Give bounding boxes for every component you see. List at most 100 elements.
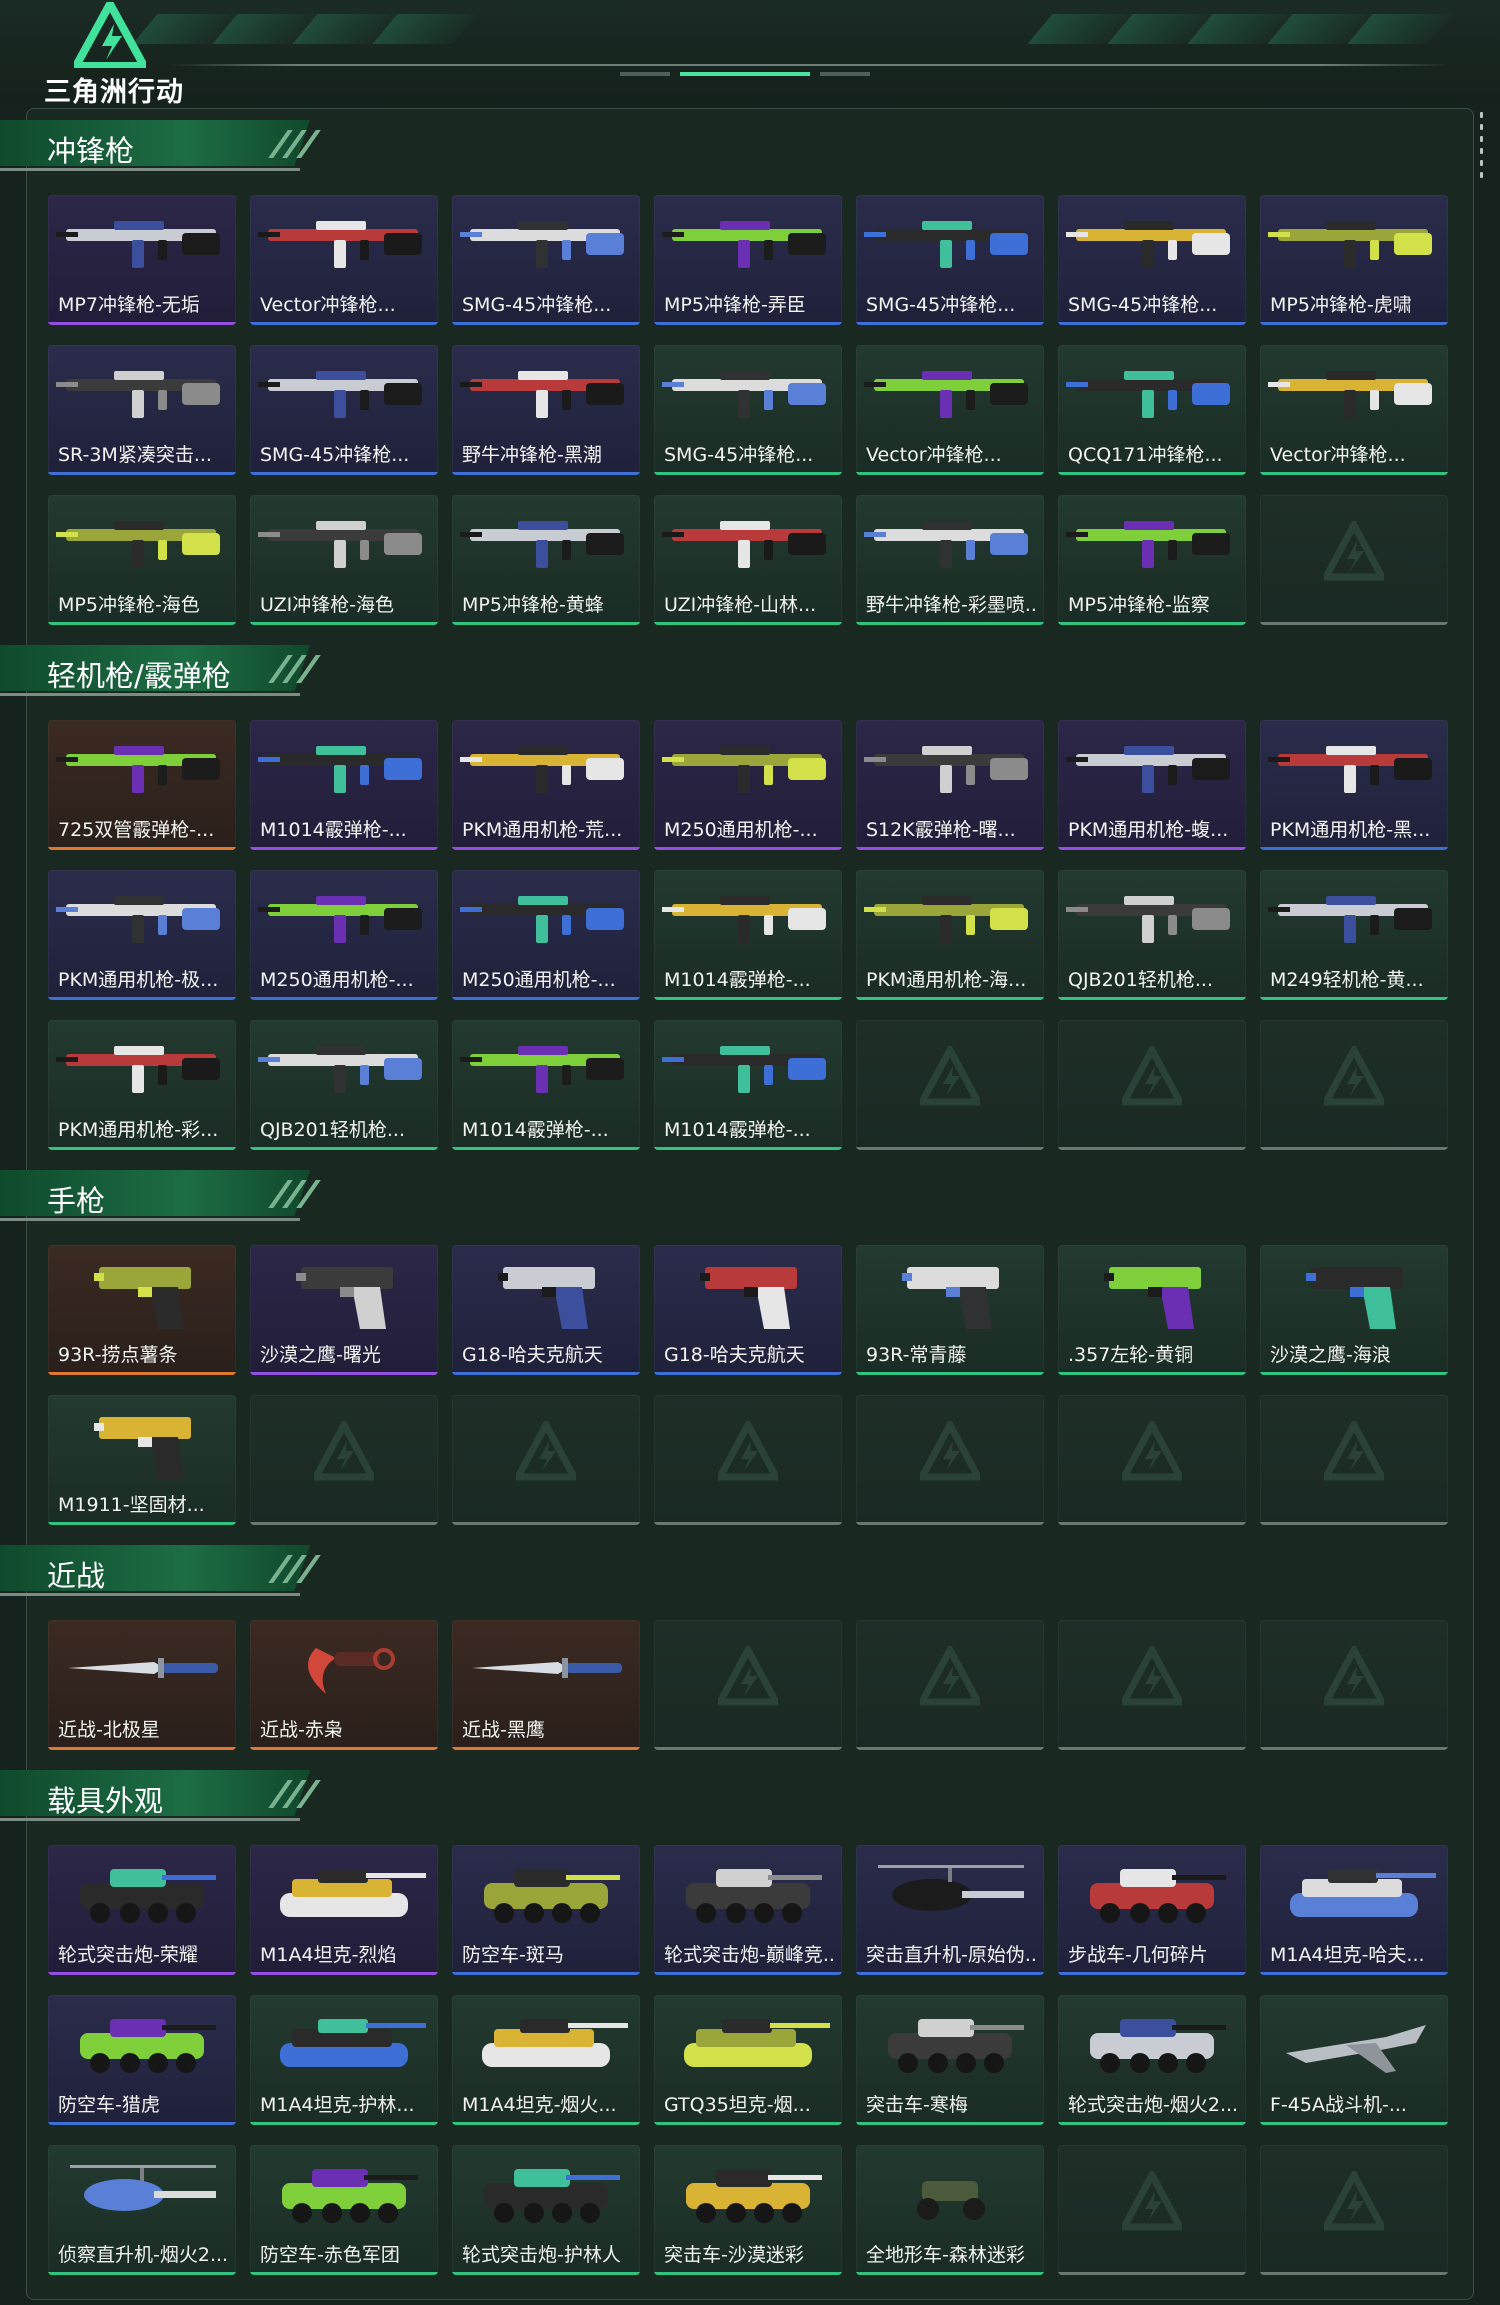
item-tile[interactable]: M250通用机枪-...: [452, 870, 640, 1000]
item-tile[interactable]: PKM通用机枪-黑...: [1260, 720, 1448, 850]
item-tile[interactable]: G18-哈夫克航天: [654, 1245, 842, 1375]
item-tile[interactable]: 轮式突击炮-荣耀: [48, 1845, 236, 1975]
delta-emblem-icon: [1118, 1417, 1186, 1486]
item-tile[interactable]: SR-3M紧凑突击...: [48, 345, 236, 475]
item-tile[interactable]: 侦察直升机-烟火2...: [48, 2145, 236, 2275]
item-tile[interactable]: 近战-黑鹰: [452, 1620, 640, 1750]
delta-emblem-icon: [1320, 1642, 1388, 1711]
item-tile[interactable]: MP5冲锋枪-黄蜂: [452, 495, 640, 625]
item-tile[interactable]: SMG-45冲锋枪...: [856, 195, 1044, 325]
rarity-bar: [452, 472, 640, 475]
item-tile[interactable]: UZI冲锋枪-山林...: [654, 495, 842, 625]
item-tile[interactable]: 防空车-斑马: [452, 1845, 640, 1975]
item-tile[interactable]: 全地形车-森林迷彩: [856, 2145, 1044, 2275]
item-tile[interactable]: MP5冲锋枪-虎啸: [1260, 195, 1448, 325]
item-tile[interactable]: 725双管霰弹枪-...: [48, 720, 236, 850]
item-tile[interactable]: M1A4坦克-烟火...: [452, 1995, 640, 2125]
item-name: 93R-捞点薯条: [58, 1344, 178, 1366]
item-tile[interactable]: M250通用机枪-...: [654, 720, 842, 850]
item-tile[interactable]: M1911-坚固材...: [48, 1395, 236, 1525]
rarity-bar: [1058, 1972, 1246, 1975]
item-tile[interactable]: QCQ171冲锋枪...: [1058, 345, 1246, 475]
item-tile[interactable]: QJB201轻机枪...: [1058, 870, 1246, 1000]
item-tile[interactable]: 防空车-赤色军团: [250, 2145, 438, 2275]
item-tile[interactable]: QJB201轻机枪...: [250, 1020, 438, 1150]
item-tile[interactable]: SMG-45冲锋枪...: [250, 345, 438, 475]
item-tile[interactable]: SMG-45冲锋枪...: [654, 345, 842, 475]
item-tile[interactable]: UZI冲锋枪-海色: [250, 495, 438, 625]
scrollbar[interactable]: [1480, 112, 1484, 182]
section-header: 冲锋枪: [0, 120, 330, 171]
item-tank-icon: [458, 2003, 634, 2083]
item-gun-icon: [1064, 878, 1240, 958]
item-tile[interactable]: GTQ35坦克-烟...: [654, 1995, 842, 2125]
item-tile[interactable]: M1014霰弹枪-...: [250, 720, 438, 850]
item-tile[interactable]: PKM通用机枪-彩...: [48, 1020, 236, 1150]
section-header-decoration: [268, 1555, 328, 1583]
item-name: M1A4坦克-烈焰: [260, 1944, 397, 1966]
item-tile[interactable]: 近战-北极星: [48, 1620, 236, 1750]
item-tile[interactable]: 轮式突击炮-烟火2...: [1058, 1995, 1246, 2125]
item-tile[interactable]: 突击车-沙漠迷彩: [654, 2145, 842, 2275]
rarity-bar: [48, 1747, 236, 1750]
item-tile[interactable]: M1014霰弹枪-...: [654, 870, 842, 1000]
item-tile[interactable]: SMG-45冲锋枪...: [1058, 195, 1246, 325]
item-name: 野牛冲锋枪-彩墨喷...: [866, 594, 1038, 616]
item-tile[interactable]: Vector冲锋枪...: [1260, 345, 1448, 475]
item-tile[interactable]: M249轻机枪-黄...: [1260, 870, 1448, 1000]
item-tile[interactable]: 野牛冲锋枪-黑潮: [452, 345, 640, 475]
item-tile[interactable]: .357左轮-黄铜: [1058, 1245, 1246, 1375]
item-tile[interactable]: 突击直升机-原始伪...: [856, 1845, 1044, 1975]
rarity-bar: [1058, 847, 1246, 850]
item-tile[interactable]: M1A4坦克-烈焰: [250, 1845, 438, 1975]
rarity-bar: [452, 622, 640, 625]
item-tile[interactable]: 轮式突击炮-巅峰竞...: [654, 1845, 842, 1975]
slot-underline: [1260, 1522, 1448, 1525]
item-gun-icon: [862, 878, 1038, 958]
item-tile[interactable]: 步战车-几何碎片: [1058, 1845, 1246, 1975]
item-tile[interactable]: 93R-常青藤: [856, 1245, 1044, 1375]
item-tile[interactable]: 近战-赤枭: [250, 1620, 438, 1750]
rarity-bar: [1058, 1372, 1246, 1375]
rarity-bar: [250, 1372, 438, 1375]
item-gun-icon: [458, 878, 634, 958]
rarity-bar: [856, 2272, 1044, 2275]
item-knife-icon: [458, 1628, 634, 1708]
item-tile[interactable]: PKM通用机枪-海...: [856, 870, 1044, 1000]
item-tile[interactable]: M1014霰弹枪-...: [452, 1020, 640, 1150]
item-tile[interactable]: Vector冲锋枪...: [856, 345, 1044, 475]
item-tile[interactable]: 沙漠之鹰-海浪: [1260, 1245, 1448, 1375]
item-tile[interactable]: 野牛冲锋枪-彩墨喷...: [856, 495, 1044, 625]
item-tile[interactable]: F-45A战斗机-...: [1260, 1995, 1448, 2125]
item-tile[interactable]: MP7冲锋枪-无垢: [48, 195, 236, 325]
item-tile[interactable]: S12K霰弹枪-曙...: [856, 720, 1044, 850]
item-name: MP5冲锋枪-海色: [58, 594, 200, 616]
empty-slot: [452, 1395, 640, 1525]
item-tile[interactable]: M1014霰弹枪-...: [654, 1020, 842, 1150]
item-tile[interactable]: PKM通用机枪-极...: [48, 870, 236, 1000]
item-tile[interactable]: Vector冲锋枪...: [250, 195, 438, 325]
item-tile[interactable]: M1A4坦克-哈夫...: [1260, 1845, 1448, 1975]
item-tile[interactable]: MP5冲锋枪-弄臣: [654, 195, 842, 325]
item-tile[interactable]: MP5冲锋枪-监察: [1058, 495, 1246, 625]
item-tile[interactable]: SMG-45冲锋枪...: [452, 195, 640, 325]
item-tile[interactable]: PKM通用机枪-荒...: [452, 720, 640, 850]
item-tile[interactable]: M250通用机枪-...: [250, 870, 438, 1000]
item-tile[interactable]: G18-哈夫克航天: [452, 1245, 640, 1375]
item-pistol-icon: [54, 1403, 230, 1483]
slot-underline: [250, 1522, 438, 1525]
item-tile[interactable]: 沙漠之鹰-曙光: [250, 1245, 438, 1375]
item-tile[interactable]: M1A4坦克-护林...: [250, 1995, 438, 2125]
item-tile[interactable]: 轮式突击炮-护林人: [452, 2145, 640, 2275]
item-tile[interactable]: 93R-捞点薯条: [48, 1245, 236, 1375]
item-gun-icon: [256, 353, 432, 433]
item-tile[interactable]: 突击车-寒梅: [856, 1995, 1044, 2125]
rarity-bar: [452, 2272, 640, 2275]
item-tile[interactable]: PKM通用机枪-蝮...: [1058, 720, 1246, 850]
delta-emblem-icon: [714, 1417, 782, 1486]
empty-slot: [1260, 1620, 1448, 1750]
item-gun-icon: [256, 728, 432, 808]
item-tile[interactable]: MP5冲锋枪-海色: [48, 495, 236, 625]
item-gun-icon: [660, 1028, 836, 1108]
item-tile[interactable]: 防空车-猎虎: [48, 1995, 236, 2125]
